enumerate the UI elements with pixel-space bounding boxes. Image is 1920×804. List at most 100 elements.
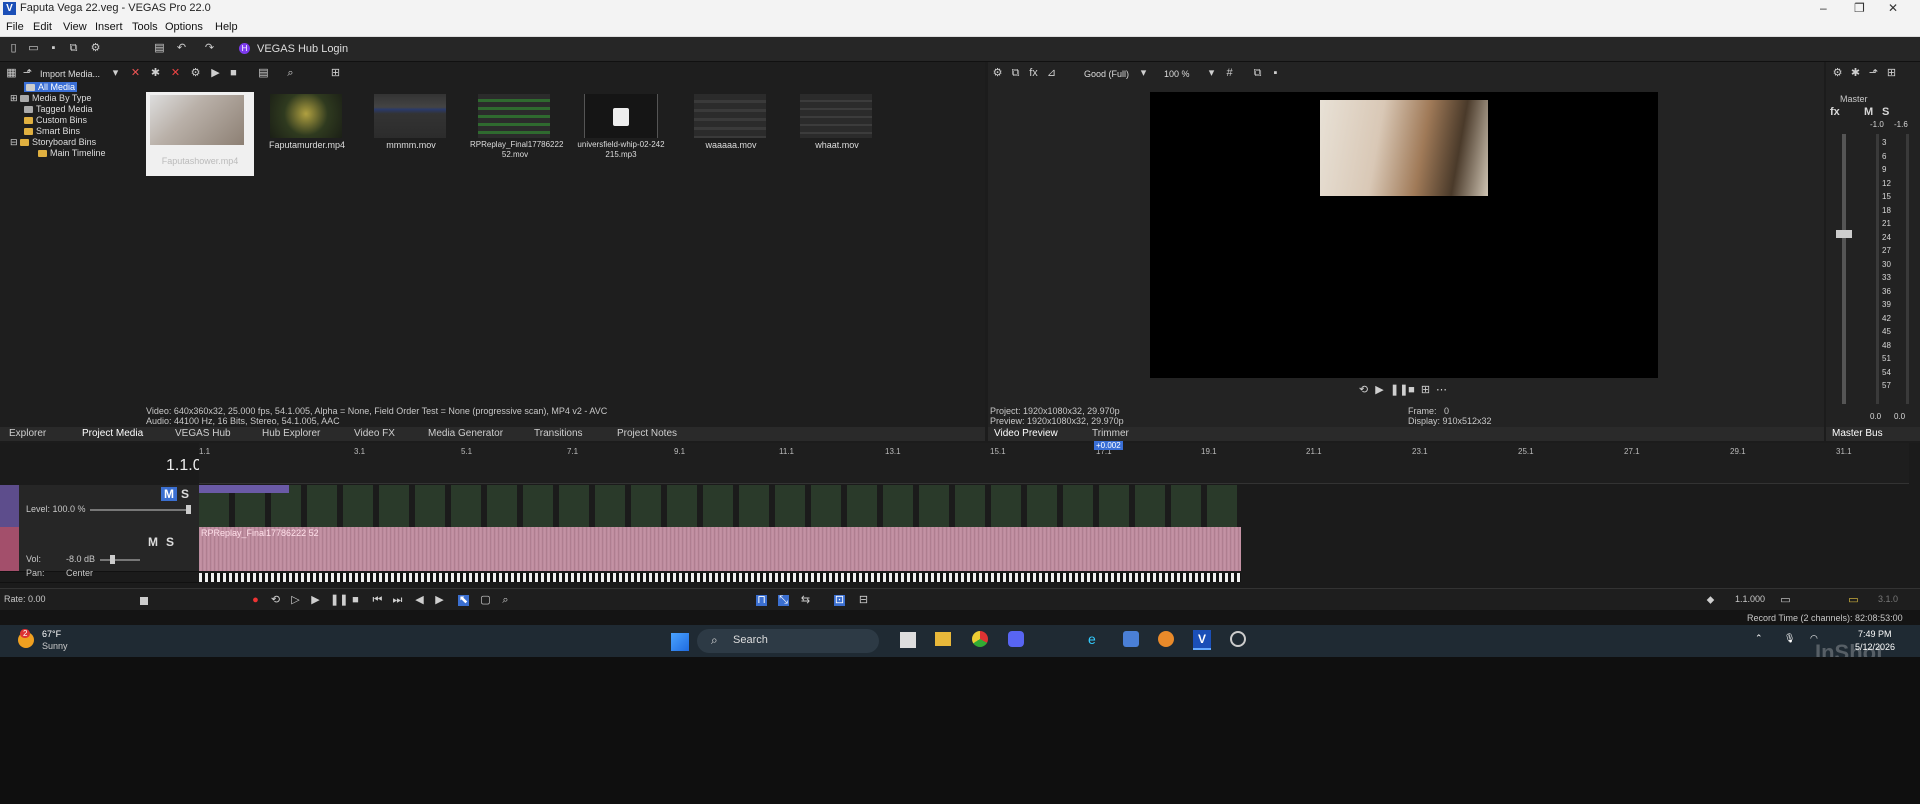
level-slider[interactable] <box>90 509 190 511</box>
go-to-start-icon[interactable]: ⏮ <box>372 595 383 606</box>
microphone-icon[interactable]: 🎙 <box>1784 633 1795 644</box>
menu-help[interactable]: Help <box>215 21 238 33</box>
track-header-video-1-content[interactable]: M S Level: 100.0 % <box>0 485 199 528</box>
menu-options[interactable]: Options <box>165 21 203 33</box>
tab-explorer[interactable]: Explorer <box>9 428 46 439</box>
chrome-icon[interactable] <box>972 631 988 647</box>
filter-icon[interactable]: ⊞ <box>330 68 341 79</box>
next-frame-icon[interactable]: ▶ <box>434 595 445 606</box>
app-icon[interactable] <box>1123 631 1139 647</box>
pan-value[interactable]: Center <box>66 568 93 578</box>
menu-insert[interactable]: Insert <box>95 21 123 33</box>
app-icon[interactable] <box>1230 631 1246 647</box>
menu-tools[interactable]: Tools <box>132 21 158 33</box>
preview-properties-icon[interactable]: ⚙ <box>992 68 1003 79</box>
dropdown-chevron-icon[interactable]: ▾ <box>110 68 121 79</box>
search-icon[interactable]: ⌕ <box>285 68 296 79</box>
save-snapshot-icon[interactable]: ▪ <box>1270 68 1281 79</box>
selection-tool-icon[interactable]: ▢ <box>480 595 491 606</box>
copy-snapshot-icon[interactable]: ⧉ <box>1252 68 1263 79</box>
preview-stop-icon[interactable]: ■ <box>1406 385 1417 396</box>
preview-zoom-select[interactable]: 100 % <box>1164 69 1190 79</box>
media-item[interactable]: whaat.mov <box>792 92 876 158</box>
prev-frame-icon[interactable]: ◀ <box>414 595 425 606</box>
cursor-marker[interactable]: +0.002 <box>1094 441 1123 450</box>
menu-file[interactable]: File <box>6 21 24 33</box>
master-mute-button[interactable]: M <box>1864 106 1873 118</box>
volume-slider-knob[interactable] <box>110 555 115 564</box>
tree-item-all-media[interactable]: All Media <box>24 82 78 92</box>
media-item[interactable]: waaaaa.mov <box>686 92 770 158</box>
normal-edit-tool-icon[interactable]: ⬉ <box>458 595 469 606</box>
tab-video-fx[interactable]: Video FX <box>354 428 395 439</box>
tab-video-preview[interactable]: Video Preview <box>994 428 1058 439</box>
volume-slider[interactable] <box>100 559 140 561</box>
solo-button[interactable]: S <box>181 487 189 501</box>
tray-chevron-icon[interactable]: ⌃ <box>1755 633 1763 644</box>
stop-icon[interactable]: ■ <box>350 595 361 606</box>
tab-master-bus[interactable]: Master Bus <box>1832 428 1883 439</box>
weather-desc[interactable]: Sunny <box>42 641 68 651</box>
timeline-ruler[interactable]: 1.1 3.1 5.1 7.1 9.1 11.1 13.1 15.1 17.1 … <box>199 441 1909 484</box>
more-options-icon[interactable]: ⋯ <box>1436 385 1447 396</box>
weather-temp[interactable]: 67°F <box>42 629 61 639</box>
undo-icon[interactable]: ↶ <box>176 43 187 54</box>
master-fx-icon[interactable]: ✱ <box>1850 68 1861 79</box>
tree-item-tagged-media[interactable]: Tagged Media <box>24 104 93 114</box>
time-display-icon[interactable]: ▭ <box>1780 595 1791 606</box>
master-settings-icon[interactable]: ⚙ <box>1832 68 1843 79</box>
tab-hub-explorer[interactable]: Hub Explorer <box>262 428 320 439</box>
external-monitor-icon[interactable]: ⧉ <box>1010 68 1021 79</box>
play-from-start-icon[interactable]: ▷ <box>290 595 301 606</box>
media-item[interactable]: mmmm.mov <box>366 92 450 158</box>
ignore-grouping-icon[interactable]: ⊟ <box>858 595 869 606</box>
view-icon[interactable]: ▦ <box>6 68 17 79</box>
remove-media-icon[interactable]: ✕ <box>130 68 141 79</box>
master-more-icon[interactable]: ⊞ <box>1886 68 1897 79</box>
vegas-taskbar-icon[interactable]: V <box>1193 630 1211 650</box>
mute-button[interactable]: M <box>161 487 177 501</box>
minimize-button[interactable]: – <box>1820 1 1827 15</box>
tab-project-notes[interactable]: Project Notes <box>617 428 677 439</box>
level-slider-knob[interactable] <box>186 505 191 514</box>
quality-chevron-icon[interactable]: ▾ <box>1138 68 1149 79</box>
media-item[interactable]: RPReplay_Final17786222 52.mov <box>470 92 563 159</box>
loop-icon[interactable]: ⟲ <box>1358 385 1369 396</box>
properties-gear-icon[interactable]: ⚙ <box>90 43 101 54</box>
loop-playback-icon[interactable]: ⟲ <box>270 595 281 606</box>
split-screen-icon[interactable]: ⊿ <box>1046 68 1057 79</box>
media-item[interactable]: Faputamurder.mp4 <box>262 92 346 158</box>
snapping-icon[interactable]: ⊓ <box>756 595 767 606</box>
import-media-button[interactable]: Import Media... <box>40 69 100 79</box>
downmix-icon[interactable]: ⬏ <box>1868 68 1879 79</box>
play-icon[interactable]: ▶ <box>310 595 321 606</box>
tab-trimmer[interactable]: Trimmer <box>1092 428 1129 439</box>
overlays-grid-icon[interactable]: # <box>1224 68 1235 79</box>
marker-icon[interactable]: ⬥ <box>1705 595 1716 606</box>
maximize-button[interactable]: ❐ <box>1854 1 1865 15</box>
master-fader-knob[interactable] <box>1836 230 1852 238</box>
open-folder-icon[interactable]: ▭ <box>28 43 39 54</box>
settings-gear-icon[interactable]: ⚙ <box>190 68 201 79</box>
lock-envelopes-icon[interactable]: ⊡ <box>834 595 845 606</box>
taskbar-search-box[interactable]: ⌕ Search <box>697 629 879 653</box>
play-icon[interactable]: ▶ <box>210 68 221 79</box>
preview-play-icon[interactable]: ▶ <box>1374 385 1385 396</box>
new-project-icon[interactable]: ▯ <box>8 43 19 54</box>
delete-icon[interactable]: ▤ <box>154 43 165 54</box>
media-item[interactable]: Faputashower.mp4 <box>146 92 254 176</box>
save-icon[interactable]: ▪ <box>48 43 59 54</box>
vegas-hub-login-button[interactable]: VEGAS Hub Login <box>257 43 348 55</box>
tab-transitions[interactable]: Transitions <box>534 428 583 439</box>
tree-item-main-timeline[interactable]: Main Timeline <box>38 148 106 158</box>
stop-icon[interactable]: ■ <box>228 68 239 79</box>
solo-button[interactable]: S <box>166 535 174 549</box>
go-to-end-icon[interactable]: ⏭ <box>392 595 403 606</box>
views-icon[interactable]: ▤ <box>258 68 269 79</box>
file-explorer-icon[interactable] <box>935 632 951 646</box>
clock-time[interactable]: 7:49 PM <box>1858 629 1892 639</box>
timer-icon[interactable]: ▭ <box>1848 595 1859 606</box>
media-item[interactable]: universfield-whip-02-242 215.mp3 <box>576 92 665 159</box>
preview-quality-select[interactable]: Good (Full) <box>1084 69 1129 79</box>
menu-edit[interactable]: Edit <box>33 21 52 33</box>
